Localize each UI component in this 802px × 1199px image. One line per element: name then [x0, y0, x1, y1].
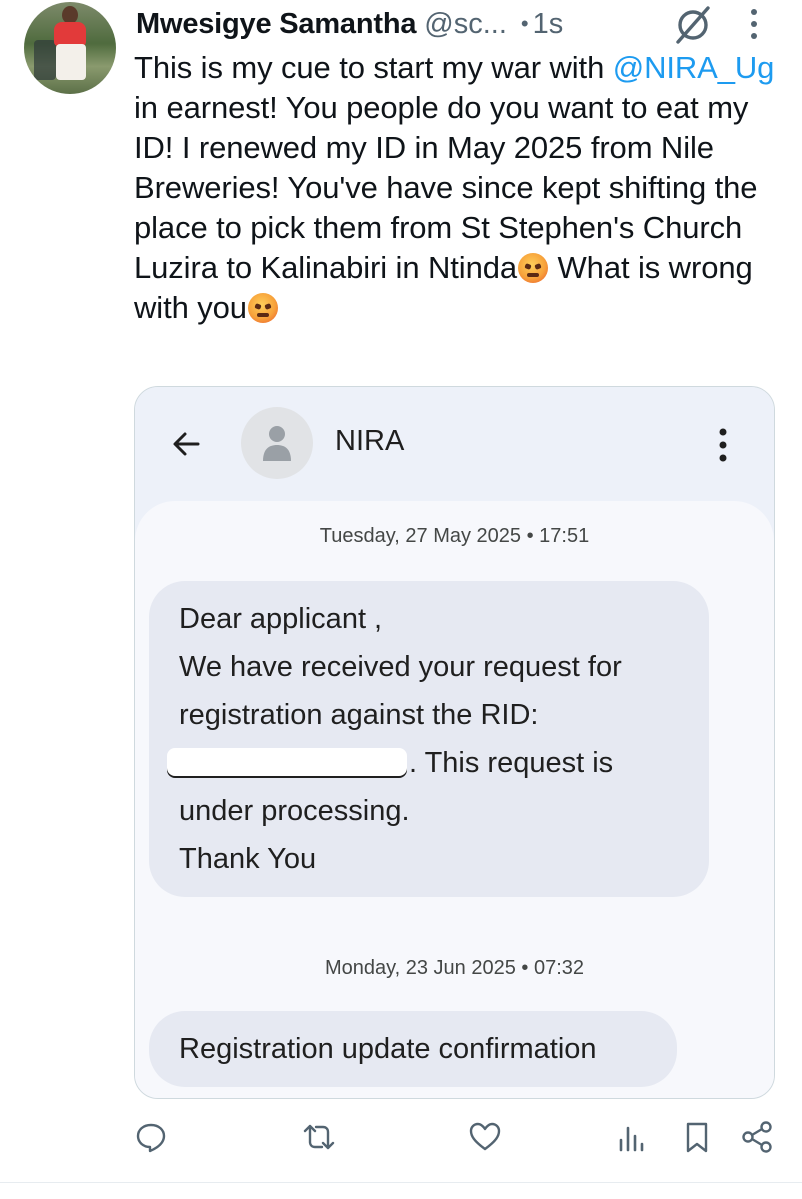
sms-line: We have received your request for: [179, 651, 622, 683]
tweet-header: Mwesigye Samantha @sc... • 1s: [136, 4, 563, 44]
like-icon[interactable]: [468, 1120, 502, 1154]
divider: [0, 1182, 802, 1183]
grok-icon[interactable]: [672, 4, 714, 46]
sms-line-redacted: . This request is: [167, 739, 679, 787]
angry-face-emoji-icon: [247, 293, 278, 323]
avatar-chair: [34, 40, 56, 80]
retweet-icon[interactable]: [302, 1120, 336, 1154]
author-handle[interactable]: @sc...: [424, 8, 507, 41]
sms-date-2: Monday, 23 Jun 2025 • 07:32: [324, 957, 585, 979]
sms-line: under processing.: [179, 795, 410, 827]
sms-line: Registration update confirmation: [179, 1033, 597, 1065]
sms-date-1: Tuesday, 27 May 2025 • 17:51: [319, 525, 590, 547]
tweet-text: This is my cue to start my war with @NIR…: [134, 48, 794, 328]
share-icon[interactable]: [740, 1120, 774, 1154]
bookmark-icon[interactable]: [680, 1120, 714, 1154]
media-image[interactable]: NIRA Tuesday, 27 May 2025 • 17:51 Dear a…: [134, 386, 775, 1099]
sms-header: NIRA: [135, 387, 774, 505]
sms-contact-name: NIRA: [335, 425, 405, 457]
more-options-icon[interactable]: [742, 4, 766, 44]
person-icon: [263, 426, 291, 461]
views-icon[interactable]: [616, 1120, 650, 1154]
separator-dot: •: [520, 11, 529, 36]
tweet-action-bar: [0, 1120, 802, 1170]
sms-line: Thank You: [179, 843, 317, 875]
author-display-name[interactable]: Mwesigye Samantha: [136, 8, 416, 41]
sms-line: registration against the RID:: [179, 699, 539, 731]
avatar[interactable]: [24, 2, 116, 94]
sms-bubble-2: Registration update confirmation: [149, 1011, 677, 1087]
sms-line: Dear applicant ,: [179, 603, 383, 635]
kebab-menu-icon: [719, 428, 727, 462]
redaction-mark: [167, 748, 407, 776]
contact-avatar: [241, 407, 313, 479]
sms-line: . This request is: [409, 747, 614, 779]
sms-bubble-1: Dear applicant , We have received your r…: [149, 581, 709, 897]
angry-face-emoji-icon: [518, 253, 548, 283]
mention-link[interactable]: @NIRA_Ug: [613, 50, 775, 85]
tweet-text-part-1: This is my cue to start my war with: [134, 50, 613, 85]
avatar-person-top: [54, 22, 86, 46]
reply-icon[interactable]: [134, 1120, 168, 1154]
tweet-time[interactable]: 1s: [533, 8, 564, 41]
back-arrow-icon: [173, 432, 200, 456]
avatar-person-legs: [56, 44, 86, 80]
